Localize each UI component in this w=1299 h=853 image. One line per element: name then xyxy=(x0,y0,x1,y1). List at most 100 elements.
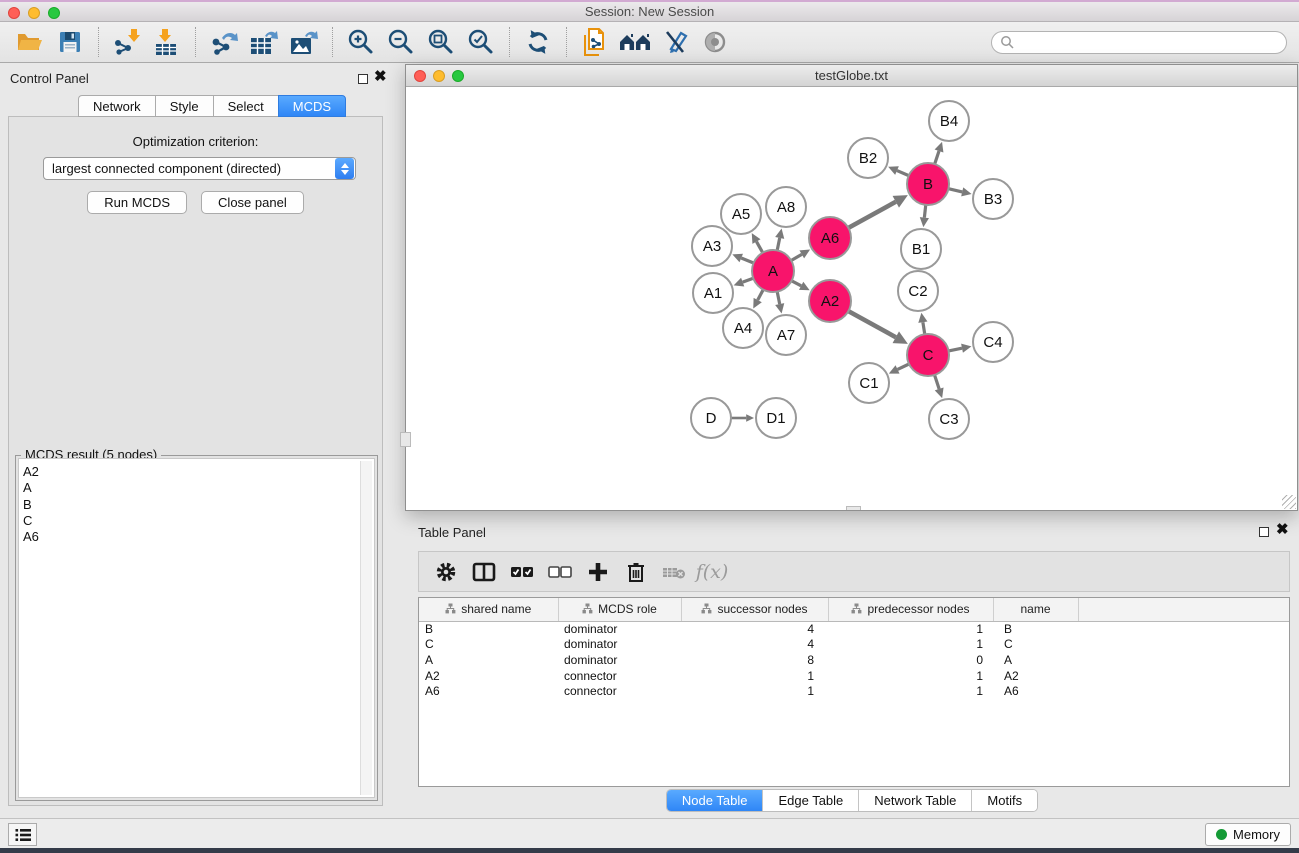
mcds-result-item[interactable]: A xyxy=(23,480,374,496)
graph-edge-C-C1[interactable] xyxy=(898,364,909,369)
import-network-button[interactable] xyxy=(107,25,147,59)
search-input[interactable] xyxy=(1014,35,1278,49)
zoom-selected-button[interactable] xyxy=(461,25,501,59)
tab-edge-table[interactable]: Edge Table xyxy=(763,790,859,811)
graph-edge-C-C4[interactable] xyxy=(949,348,962,351)
window-resize-grip[interactable] xyxy=(1282,495,1296,509)
table-cell[interactable]: A2 xyxy=(993,669,1078,685)
network-close-button[interactable] xyxy=(414,70,426,82)
tab-mcds[interactable]: MCDS xyxy=(278,95,346,117)
delete-columns-button[interactable] xyxy=(617,555,655,589)
network-hscroll-thumb[interactable] xyxy=(846,506,861,510)
tab-motifs[interactable]: Motifs xyxy=(972,790,1037,811)
table-cell[interactable]: 1 xyxy=(828,621,993,637)
table-row[interactable]: Adominator80A xyxy=(419,653,1289,669)
network-canvas[interactable]: B4B2BB3A5A8A6A3B1AA1C2A2A4A7C4CC1C3DD1 xyxy=(406,87,1297,510)
close-window-button[interactable] xyxy=(8,7,20,19)
zoom-window-button[interactable] xyxy=(48,7,60,19)
toolbar-search-field[interactable] xyxy=(991,31,1287,54)
table-cell[interactable]: 8 xyxy=(681,653,828,669)
mcds-result-item[interactable]: A6 xyxy=(23,529,374,545)
table-cell[interactable]: A6 xyxy=(993,684,1078,700)
network-window-titlebar[interactable]: testGlobe.txt xyxy=(406,65,1297,87)
table-panel-close-button[interactable]: ✖ xyxy=(1276,521,1289,539)
table-row[interactable]: Bdominator41B xyxy=(419,621,1289,637)
import-table-button[interactable] xyxy=(147,25,187,59)
table-cell[interactable]: connector xyxy=(558,684,681,700)
table-cell[interactable]: B xyxy=(419,621,558,637)
table-cell[interactable]: 1 xyxy=(681,684,828,700)
graph-edge-C-C3[interactable] xyxy=(935,375,940,389)
graph-edge-A-A8[interactable] xyxy=(777,238,780,250)
column-header-successor-nodes[interactable]: successor nodes xyxy=(681,598,828,621)
column-header-name[interactable]: name xyxy=(993,598,1078,621)
mcds-result-listbox[interactable]: A2ABCA6 xyxy=(18,458,375,798)
open-session-button[interactable] xyxy=(10,25,50,59)
table-row[interactable]: A2connector11A2 xyxy=(419,669,1289,685)
graph-edge-A-A2[interactable] xyxy=(792,281,802,286)
function-builder-button[interactable]: f(x) xyxy=(693,555,731,589)
graph-edge-C-C2[interactable] xyxy=(923,322,925,334)
network-minimize-button[interactable] xyxy=(433,70,445,82)
mcds-result-item[interactable]: C xyxy=(23,513,374,529)
graph-edge-A-A7[interactable] xyxy=(777,292,780,304)
table-cell[interactable]: 1 xyxy=(828,684,993,700)
tab-network-table[interactable]: Network Table xyxy=(859,790,972,811)
table-cell[interactable]: 4 xyxy=(681,637,828,653)
delete-table-button[interactable] xyxy=(655,555,693,589)
tab-node-table[interactable]: Node Table xyxy=(667,790,764,811)
minimize-window-button[interactable] xyxy=(28,7,40,19)
show-column-button[interactable] xyxy=(465,555,503,589)
optimization-criterion-select[interactable]: largest connected component (directed) xyxy=(43,157,356,180)
table-cell[interactable]: 1 xyxy=(828,669,993,685)
hide-annotations-button[interactable] xyxy=(655,25,695,59)
select-all-button[interactable] xyxy=(503,555,541,589)
table-cell[interactable]: C xyxy=(993,637,1078,653)
zoom-out-button[interactable] xyxy=(381,25,421,59)
tab-select[interactable]: Select xyxy=(213,95,278,117)
table-cell[interactable]: A xyxy=(993,653,1078,669)
table-cell[interactable]: C xyxy=(419,637,558,653)
export-image-button[interactable] xyxy=(284,25,324,59)
table-cell[interactable]: dominator xyxy=(558,637,681,653)
graph-edge-B-B4[interactable] xyxy=(935,151,939,164)
create-column-button[interactable] xyxy=(579,555,617,589)
mcds-result-item[interactable]: B xyxy=(23,497,374,513)
graph-edge-B-B1[interactable] xyxy=(924,205,925,218)
graph-edge-A6-B[interactable] xyxy=(848,202,895,228)
tab-network[interactable]: Network xyxy=(78,95,155,117)
control-panel-float-button[interactable] xyxy=(358,74,368,84)
memory-button[interactable]: Memory xyxy=(1205,823,1291,846)
column-header-shared-name[interactable]: shared name xyxy=(419,598,558,621)
export-table-button[interactable] xyxy=(244,25,284,59)
task-history-button[interactable] xyxy=(8,823,37,846)
table-cell[interactable]: A xyxy=(419,653,558,669)
mcds-result-item[interactable]: A2 xyxy=(23,464,374,480)
column-header-predecessor-nodes[interactable]: predecessor nodes xyxy=(828,598,993,621)
graph-edge-A2-C[interactable] xyxy=(848,311,895,337)
toggle-graphics-details-button[interactable] xyxy=(695,25,735,59)
table-row[interactable]: Cdominator41C xyxy=(419,637,1289,653)
tab-style[interactable]: Style xyxy=(155,95,213,117)
close-panel-button[interactable]: Close panel xyxy=(201,191,304,214)
table-cell[interactable]: dominator xyxy=(558,653,681,669)
deselect-all-button[interactable] xyxy=(541,555,579,589)
graph-edge-B-B2[interactable] xyxy=(897,171,909,176)
table-panel-float-button[interactable] xyxy=(1259,527,1269,537)
table-cell[interactable]: 1 xyxy=(828,637,993,653)
table-cell[interactable]: A6 xyxy=(419,684,558,700)
graph-edge-B-B3[interactable] xyxy=(948,189,962,192)
run-mcds-button[interactable]: Run MCDS xyxy=(87,191,187,214)
graph-edge-A-A5[interactable] xyxy=(756,242,762,253)
zoom-in-button[interactable] xyxy=(341,25,381,59)
show-hide-panels-button[interactable] xyxy=(615,25,655,59)
export-network-button[interactable] xyxy=(204,25,244,59)
table-row[interactable]: A6connector11A6 xyxy=(419,684,1289,700)
table-settings-button[interactable] xyxy=(427,555,465,589)
graph-edge-A-A3[interactable] xyxy=(741,258,753,263)
control-panel-close-button[interactable]: ✖ xyxy=(374,68,387,86)
graph-edge-A-A6[interactable] xyxy=(791,254,802,260)
network-vscroll-thumb[interactable] xyxy=(400,432,411,447)
table-cell[interactable]: A2 xyxy=(419,669,558,685)
apply-layout-button[interactable] xyxy=(518,25,558,59)
